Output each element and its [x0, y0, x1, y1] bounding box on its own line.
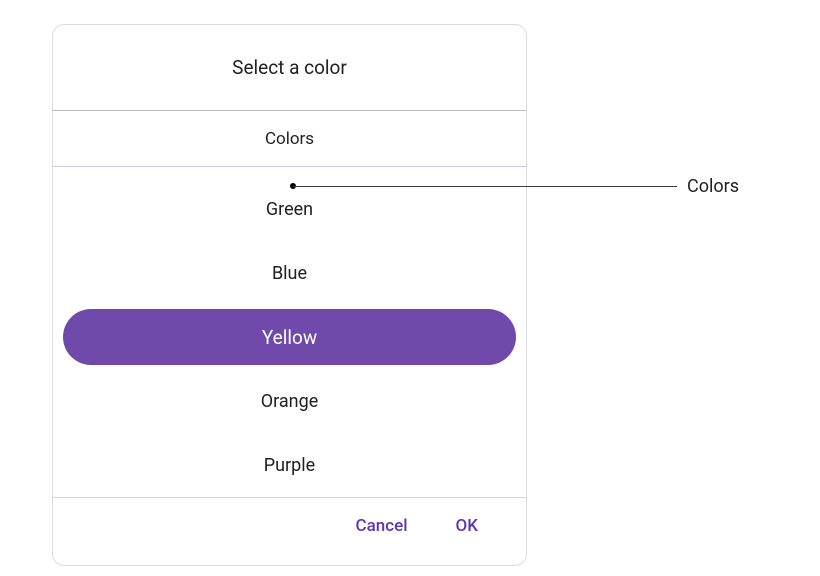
color-option-purple[interactable]: Purple: [53, 433, 526, 497]
dialog-title-bar: Select a color: [53, 25, 526, 111]
color-option-orange[interactable]: Orange: [53, 369, 526, 433]
ok-button[interactable]: OK: [456, 516, 478, 536]
dialog-subheader: Colors: [53, 111, 526, 167]
color-option-blue[interactable]: Blue: [53, 241, 526, 305]
color-option-label: Orange: [261, 391, 319, 412]
color-list: Green Blue Yellow Orange Purple: [53, 167, 526, 498]
color-option-label: Blue: [272, 263, 307, 284]
callout-label: Colors: [687, 176, 739, 197]
color-select-dialog: Select a color Colors Green Blue Yellow …: [52, 24, 527, 566]
callout-line: [293, 186, 677, 187]
dialog-actions: Cancel OK: [53, 498, 526, 554]
cancel-button[interactable]: Cancel: [355, 516, 407, 536]
color-option-yellow[interactable]: Yellow: [63, 309, 516, 365]
color-option-label: Purple: [264, 455, 315, 476]
dialog-title: Select a color: [232, 56, 347, 79]
color-option-label: Yellow: [262, 326, 317, 349]
dialog-subheader-text: Colors: [265, 129, 314, 149]
color-option-label: Green: [266, 199, 313, 220]
